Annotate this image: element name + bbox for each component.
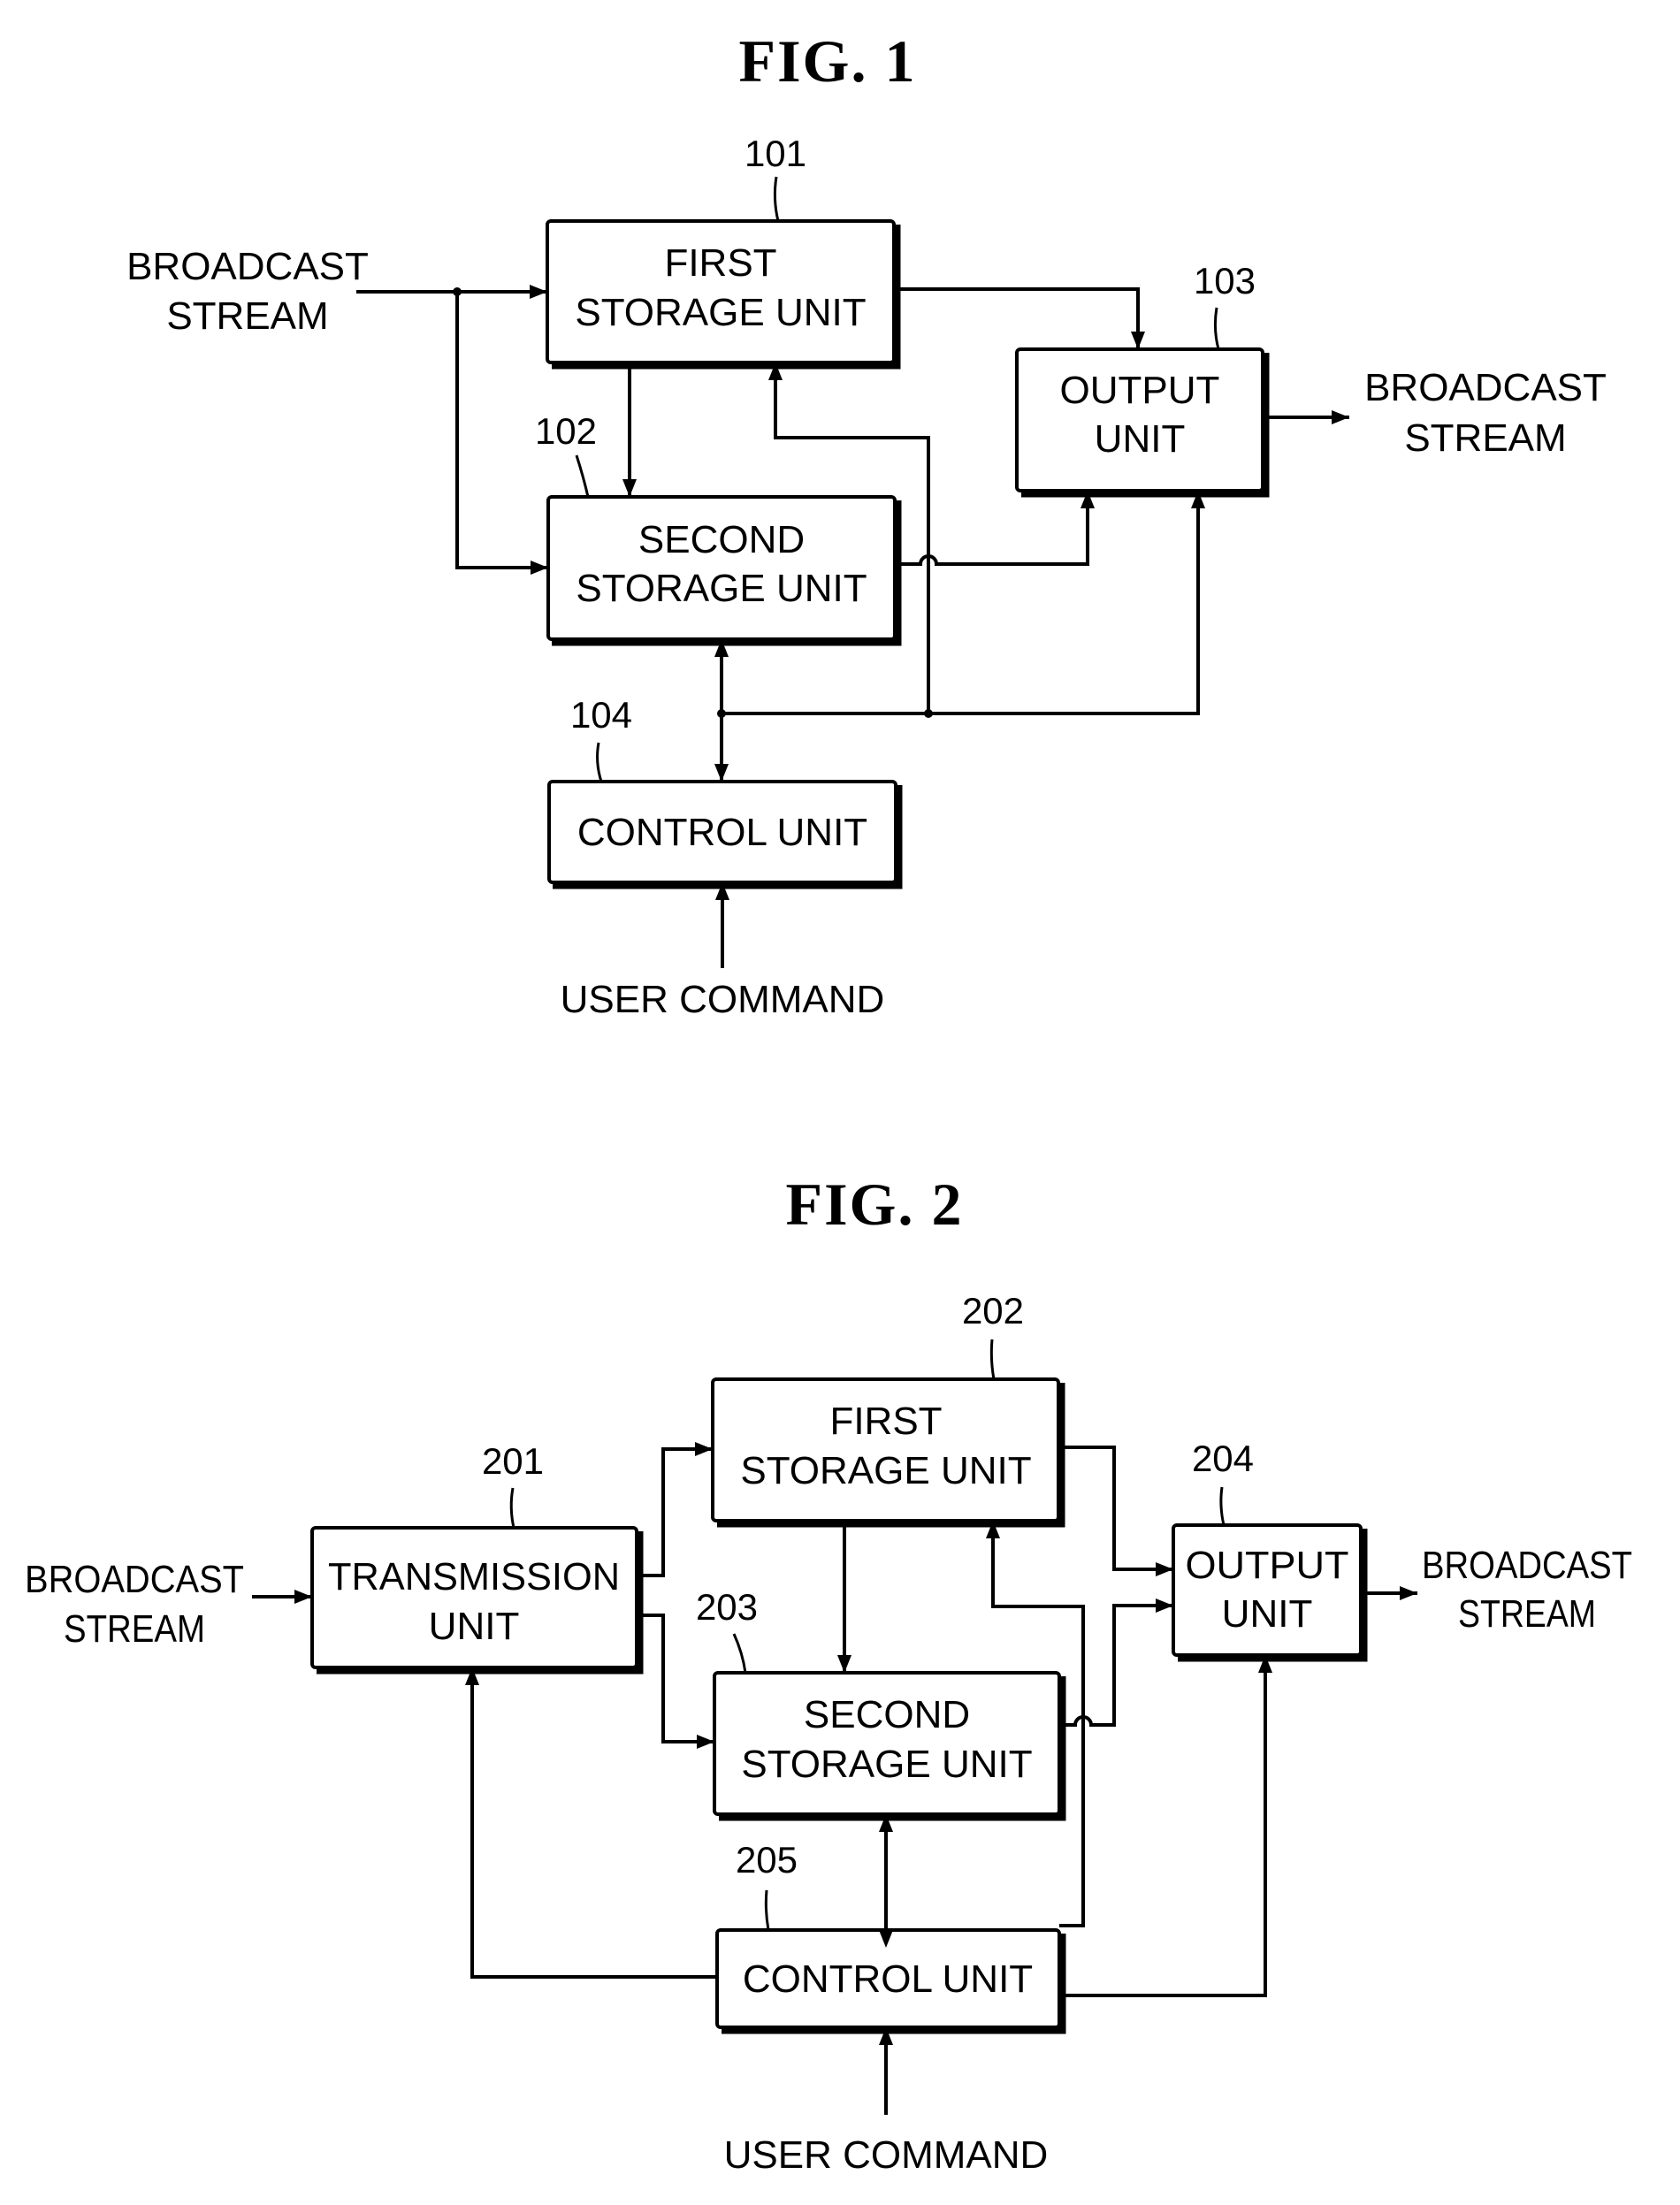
fig1-output-line1: OUTPUT: [1060, 369, 1220, 412]
fig1-control-line1: CONTROL UNIT: [577, 811, 867, 854]
fig1-ref-102: 102: [535, 410, 597, 452]
fig2-leader-202: [989, 1339, 996, 1380]
fig1-wire-102-to-103: [895, 491, 1095, 566]
fig2-ref-205: 205: [736, 1839, 798, 1881]
fig1-output-label: BROADCAST STREAM: [1364, 366, 1607, 460]
fig2-output-line2: UNIT: [1222, 1592, 1313, 1636]
fig1-output-label-line1: BROADCAST: [1364, 366, 1607, 409]
fig2-output-label-line1: BROADCAST: [1422, 1544, 1632, 1587]
fig1-output-label-line2: STREAM: [1404, 416, 1566, 460]
fig1-leader-103: [1213, 307, 1220, 350]
fig1-leader-101: [773, 176, 780, 222]
fig1-control-unit: CONTROL UNIT: [547, 780, 903, 889]
fig2-output-label: BROADCAST STREAM: [1422, 1544, 1632, 1636]
fig1-user-command-label: USER COMMAND: [561, 978, 885, 1021]
fig2-leader-201: [509, 1487, 515, 1529]
fig1-input-label-line1: BROADCAST: [126, 245, 369, 288]
fig1-junction-bus-left: [717, 709, 726, 718]
fig2-input-label-line2: STREAM: [64, 1607, 205, 1651]
fig2-ref-203: 203: [696, 1586, 758, 1628]
fig2-wire-203-to-204: [1059, 1598, 1173, 1727]
fig2-output-unit: OUTPUT UNIT: [1172, 1523, 1368, 1662]
patent-drawing-sheet: FIG. 1 BROADCAST STREAM FIRST STORAGE UN…: [25, 27, 1632, 2177]
fig1-ref-101: 101: [745, 133, 806, 174]
fig1-second-storage-line1: SECOND: [638, 518, 805, 561]
fig1-first-storage-unit: FIRST STORAGE UNIT: [546, 219, 901, 370]
figure-1-title: FIG. 1: [739, 27, 917, 95]
fig1-ref-104: 104: [570, 694, 632, 736]
figure-2: FIG. 2 BROADCAST STREAM TRANSMISSION UNI…: [25, 1171, 1632, 2177]
fig2-ref-202: 202: [962, 1290, 1024, 1331]
fig1-second-storage-unit: SECOND STORAGE UNIT: [546, 495, 902, 646]
fig2-wire-201-to-203: [637, 1614, 714, 1749]
fig2-leader-204: [1219, 1486, 1226, 1526]
figure-2-title: FIG. 2: [786, 1171, 964, 1238]
fig2-first-storage-line2: STORAGE UNIT: [740, 1449, 1031, 1492]
fig2-transmission-unit: TRANSMISSION UNIT: [310, 1526, 644, 1675]
fig2-ref-204: 204: [1192, 1438, 1254, 1479]
fig2-ref-201: 201: [482, 1440, 544, 1482]
fig1-leader-104: [596, 742, 603, 782]
fig2-leader-203: [732, 1633, 747, 1674]
fig2-input-label: BROADCAST STREAM: [25, 1558, 244, 1651]
fig1-wire-101-to-103: [894, 287, 1145, 349]
fig1-input-label: BROADCAST STREAM: [126, 245, 369, 338]
fig1-junction-bus-right: [924, 709, 933, 718]
fig2-transmission-line1: TRANSMISSION: [328, 1555, 620, 1598]
fig2-leader-205: [764, 1889, 770, 1931]
fig1-input-label-line2: STREAM: [166, 294, 328, 338]
fig2-wire-202-to-204: [1058, 1446, 1173, 1576]
fig2-second-storage-line2: STORAGE UNIT: [741, 1743, 1032, 1786]
fig2-output-label-line2: STREAM: [1458, 1592, 1596, 1636]
fig2-first-storage-line1: FIRST: [829, 1400, 942, 1443]
fig1-first-storage-line1: FIRST: [664, 241, 776, 285]
fig1-first-storage-line2: STORAGE UNIT: [575, 291, 866, 334]
fig1-output-line2: UNIT: [1095, 417, 1186, 461]
fig1-second-storage-line2: STORAGE UNIT: [576, 567, 867, 610]
fig2-first-storage-unit: FIRST STORAGE UNIT: [711, 1377, 1065, 1528]
fig2-user-command-label: USER COMMAND: [724, 2133, 1049, 2177]
fig2-second-storage-unit: SECOND STORAGE UNIT: [713, 1671, 1066, 1821]
figure-1: FIG. 1 BROADCAST STREAM FIRST STORAGE UN…: [126, 27, 1607, 1021]
fig2-second-storage-line1: SECOND: [804, 1693, 970, 1736]
fig1-ref-103: 103: [1194, 260, 1256, 301]
fig2-wire-control-to-201: [465, 1667, 717, 1979]
fig2-control-unit: CONTROL UNIT: [715, 1928, 1066, 2034]
fig1-junction-input: [453, 287, 462, 296]
fig2-transmission-line2: UNIT: [429, 1605, 520, 1648]
fig2-wire-201-to-202: [637, 1442, 713, 1577]
fig1-leader-102: [575, 454, 590, 498]
fig2-input-label-line1: BROADCAST: [25, 1558, 244, 1601]
fig1-output-unit: OUTPUT UNIT: [1015, 347, 1270, 498]
fig2-control-line1: CONTROL UNIT: [743, 1957, 1033, 2001]
fig2-output-line1: OUTPUT: [1186, 1544, 1349, 1587]
fig2-wire-control-to-204: [1059, 1655, 1272, 1997]
